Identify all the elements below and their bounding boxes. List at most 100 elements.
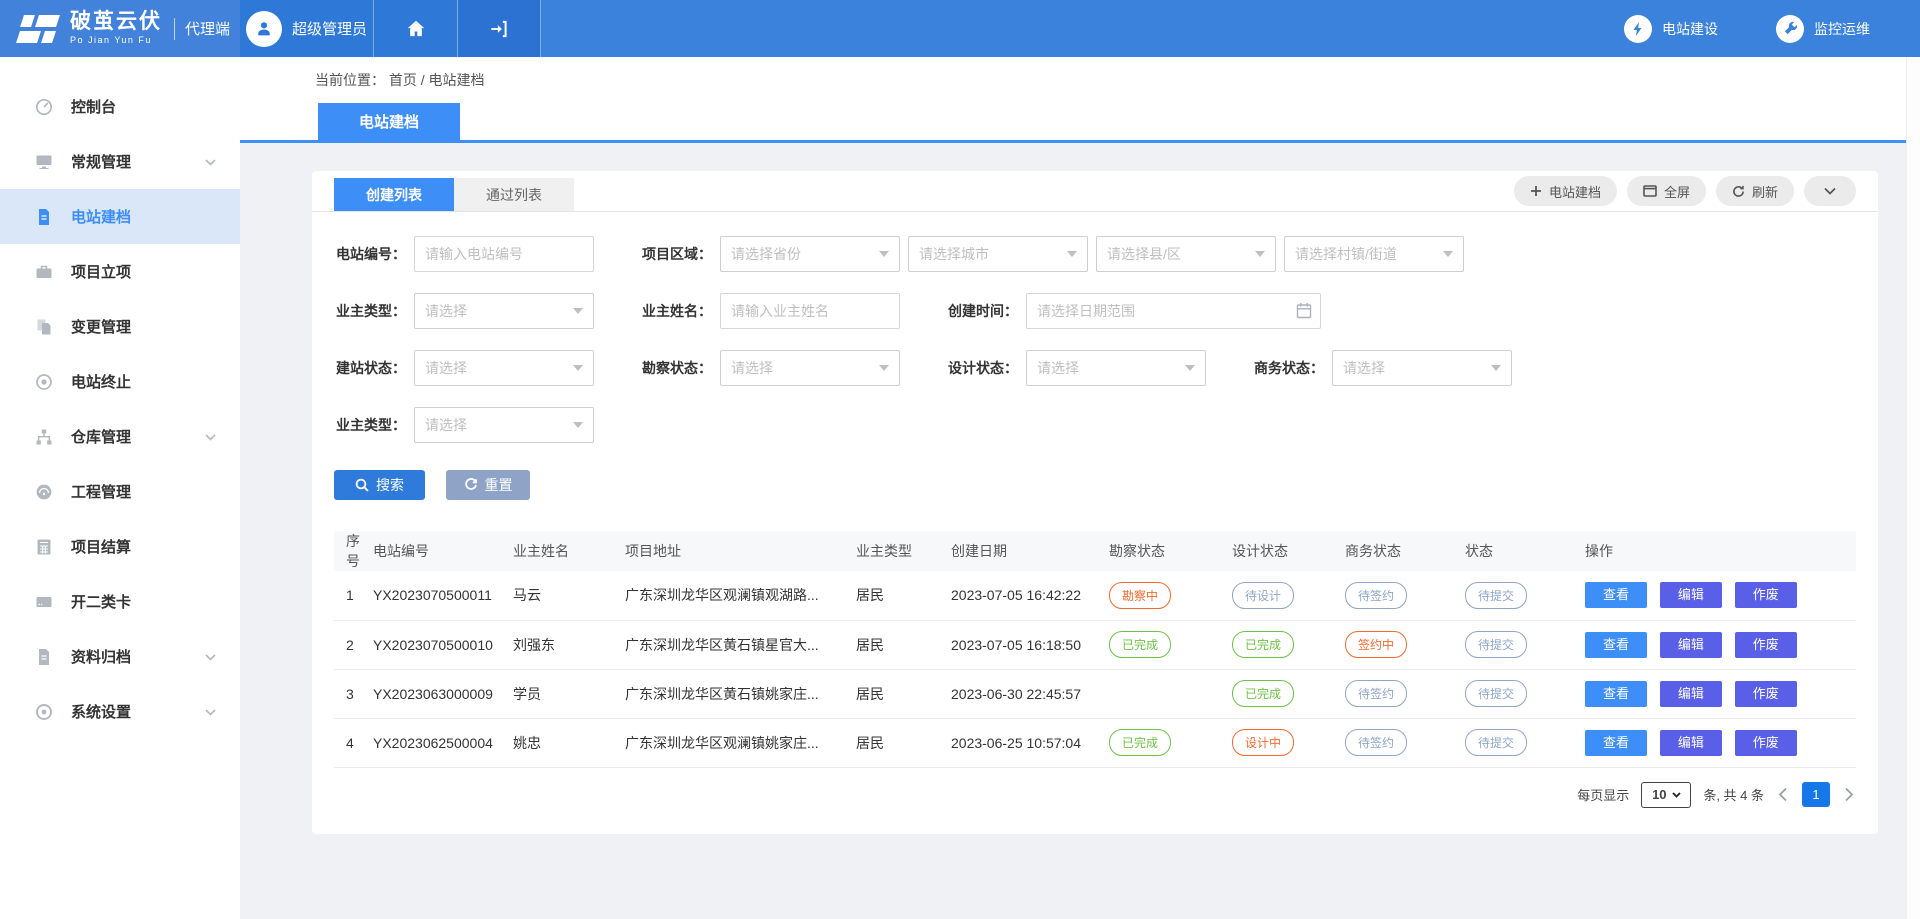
sidebar-item-station-filing[interactable]: 电站建档 <box>0 189 240 244</box>
view-button[interactable]: 查看 <box>1585 681 1647 707</box>
status-badge: 待提交 <box>1465 680 1527 707</box>
table-row: 2 YX2023070500010 刘强东 广东深圳龙华区黄石镇星官大... 居… <box>334 620 1856 669</box>
void-button[interactable]: 作废 <box>1735 730 1797 756</box>
avatar <box>246 11 282 47</box>
caret-down-icon <box>1491 365 1501 371</box>
page-1-button[interactable]: 1 <box>1802 782 1830 807</box>
region-label: 项目区域： <box>640 244 712 264</box>
county-select[interactable]: 请选择县/区 <box>1096 236 1276 272</box>
void-button[interactable]: 作废 <box>1735 681 1797 707</box>
table-row: 1 YX2023070500011 马云 广东深圳龙华区观澜镇观湖路... 居民… <box>334 571 1856 620</box>
edit-button[interactable]: 编辑 <box>1660 730 1722 756</box>
edit-button[interactable]: 编辑 <box>1660 582 1722 608</box>
col-station-no: 电站编号 <box>369 531 509 571</box>
logout-icon <box>488 18 510 40</box>
refresh-icon <box>1732 185 1745 198</box>
business-status-select[interactable]: 请选择 <box>1332 350 1512 386</box>
page-tab-station-filing[interactable]: 电站建档 <box>318 103 460 140</box>
cell-station-no: YX2023062500004 <box>369 718 509 767</box>
cell-address: 广东深圳龙华区观澜镇姚家庄... <box>621 718 852 767</box>
edit-button[interactable]: 编辑 <box>1660 632 1722 658</box>
create-station-button[interactable]: 电站建档 <box>1514 176 1617 206</box>
cell-owner: 刘强东 <box>509 620 621 669</box>
logout-button[interactable] <box>458 0 541 57</box>
fullscreen-button[interactable]: 全屏 <box>1627 176 1706 206</box>
cell-address: 广东深圳龙华区黄石镇星官大... <box>621 620 852 669</box>
view-button[interactable]: 查看 <box>1585 582 1647 608</box>
calendar-icon <box>1296 302 1312 319</box>
tab-create-list[interactable]: 创建列表 <box>334 178 454 211</box>
void-button[interactable]: 作废 <box>1735 632 1797 658</box>
chevron-down-icon <box>1824 187 1836 195</box>
breadcrumb-prefix: 当前位置： <box>315 70 385 90</box>
home-button[interactable] <box>374 0 458 57</box>
owner-type-label: 业主类型： <box>334 301 406 321</box>
build-status-select[interactable]: 请选择 <box>414 350 594 386</box>
per-page-select[interactable]: 10 <box>1641 782 1691 808</box>
cell-address: 广东深圳龙华区观澜镇观湖路... <box>621 571 852 620</box>
sidebar-item-console[interactable]: 控制台 <box>0 79 240 134</box>
caret-down-icon <box>1067 251 1077 257</box>
record-circle-icon <box>34 372 54 392</box>
business-status-badge: 签约中 <box>1345 631 1407 658</box>
col-owner-type: 业主类型 <box>852 531 947 571</box>
sidebar-item-station-termination[interactable]: 电站终止 <box>0 354 240 409</box>
sidebar-item-warehouse-mgmt[interactable]: 仓库管理 <box>0 409 240 464</box>
sidebar-item-general-mgmt[interactable]: 常规管理 <box>0 134 240 189</box>
col-owner: 业主姓名 <box>509 531 621 571</box>
refresh-button[interactable]: 刷新 <box>1716 176 1794 206</box>
next-page-button[interactable] <box>1842 787 1856 802</box>
col-actions: 操作 <box>1581 531 1856 571</box>
sidebar-item-project-initiation[interactable]: 项目立项 <box>0 244 240 299</box>
view-button[interactable]: 查看 <box>1585 632 1647 658</box>
cell-owner-type: 居民 <box>852 669 947 718</box>
village-select[interactable]: 请选择村镇/街道 <box>1284 236 1464 272</box>
total-count-label: 条, 共 4 条 <box>1703 785 1764 804</box>
edit-button[interactable]: 编辑 <box>1660 681 1722 707</box>
sidebar-item-class2-card[interactable]: 开二类卡 <box>0 574 240 629</box>
nav-station-build[interactable]: 电站建设 <box>1624 15 1718 43</box>
user-menu[interactable]: 超级管理员 <box>240 0 374 57</box>
void-button[interactable]: 作废 <box>1735 582 1797 608</box>
cell-owner: 学员 <box>509 669 621 718</box>
scrollbar-track[interactable] <box>1906 57 1920 919</box>
tab-passed-list[interactable]: 通过列表 <box>454 178 574 211</box>
survey-status-badge: 已完成 <box>1109 631 1171 658</box>
wrench-icon <box>1783 21 1798 36</box>
design-status-badge: 已完成 <box>1232 631 1294 658</box>
station-no-input[interactable] <box>414 236 594 272</box>
sidebar-item-engineering-mgmt[interactable]: 工程管理 <box>0 464 240 519</box>
topbar: 当前位置： 首页 / 电站建档 电站建档 <box>240 57 1920 143</box>
prev-page-button[interactable] <box>1776 787 1790 802</box>
panel-tabs: 创建列表 通过列表 <box>334 178 574 211</box>
survey-status-badge: 勘察中 <box>1109 582 1171 609</box>
search-button[interactable]: 搜索 <box>334 470 425 500</box>
date-range-input[interactable] <box>1026 293 1321 329</box>
cell-owner-type: 居民 <box>852 718 947 767</box>
business-status-label: 商务状态： <box>1252 358 1324 378</box>
sidebar-item-system-settings[interactable]: 系统设置 <box>0 684 240 739</box>
gauge-icon <box>34 482 54 502</box>
survey-status-select[interactable]: 请选择 <box>720 350 900 386</box>
build-status-label: 建站状态： <box>334 358 406 378</box>
sidebar-item-change-mgmt[interactable]: 变更管理 <box>0 299 240 354</box>
owner-name-input[interactable] <box>720 293 900 329</box>
breadcrumb-path[interactable]: 首页 / 电站建档 <box>389 70 485 90</box>
business-status-badge: 待签约 <box>1345 680 1407 707</box>
design-status-select[interactable]: 请选择 <box>1026 350 1206 386</box>
chevron-down-icon <box>205 153 216 170</box>
owner-type-select[interactable]: 请选择 <box>414 293 594 329</box>
settings-target-icon <box>34 702 54 722</box>
search-icon <box>355 478 369 492</box>
sidebar-item-project-settlement[interactable]: 项目结算 <box>0 519 240 574</box>
city-select[interactable]: 请选择城市 <box>908 236 1088 272</box>
chevron-down-icon <box>205 703 216 720</box>
nav-monitor-ops[interactable]: 监控运维 <box>1776 15 1870 43</box>
view-button[interactable]: 查看 <box>1585 730 1647 756</box>
province-select[interactable]: 请选择省份 <box>720 236 900 272</box>
reset-button[interactable]: 重置 <box>446 470 530 500</box>
sidebar-item-data-archive[interactable]: 资料归档 <box>0 629 240 684</box>
owner-type2-select[interactable]: 请选择 <box>414 407 594 443</box>
collapse-toolbar-button[interactable] <box>1804 176 1856 206</box>
cell-owner-type: 居民 <box>852 571 947 620</box>
